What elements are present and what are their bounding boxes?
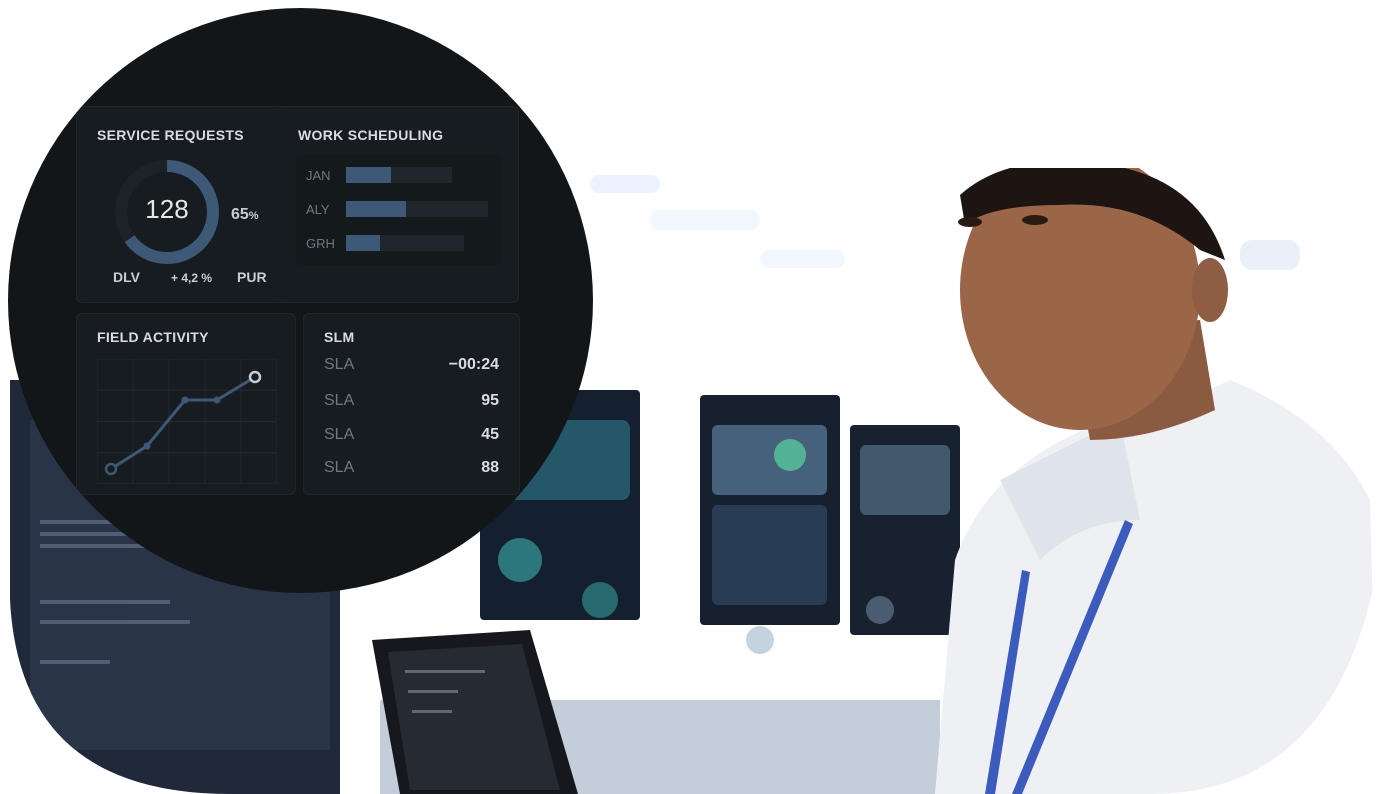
ceiling-light [1240, 240, 1300, 270]
dlv-label: DLV [113, 269, 140, 285]
rack-light [866, 596, 894, 624]
schedule-track [346, 235, 464, 251]
activity-point [104, 462, 118, 476]
ceiling-light [650, 210, 760, 230]
schedule-row: GRH [306, 233, 464, 253]
schedule-box: JAN ALY GRH [296, 155, 501, 265]
activity-point [143, 442, 151, 450]
slm-row-label: SLA [324, 426, 355, 443]
slm-row-value: −00:24 [448, 356, 499, 373]
schedule-fill [346, 201, 406, 217]
rack-screen [712, 505, 827, 605]
slm-row-value: 95 [481, 392, 499, 409]
activity-point [181, 396, 189, 404]
slm-row-label: SLA [324, 356, 355, 373]
slm-row: SLA 45 [324, 426, 499, 444]
delta-value: + 4,2 % [171, 271, 213, 285]
rack-light [498, 538, 542, 582]
rack-light [746, 626, 774, 654]
slm-row-label: SLA [324, 392, 355, 409]
person-ear [1192, 258, 1228, 322]
service-requests-card: SERVICE REQUESTS 128 65% DLV + 4,2 % PUR [76, 106, 290, 303]
percent-value: 65 [231, 206, 249, 223]
rack-screen [860, 445, 950, 515]
service-requests-count: 128 [145, 194, 189, 224]
field-activity-title: FIELD ACTIVITY [97, 329, 209, 345]
work-scheduling-card: WORK SCHEDULING JAN ALY GRH [278, 106, 519, 303]
slm-title: SLM [324, 329, 355, 345]
slm-row-label: SLA [324, 459, 355, 476]
schedule-fill [346, 235, 381, 251]
slm-row: SLA −00:24 [324, 356, 499, 374]
schedule-row-label: GRH [306, 235, 335, 251]
percent-unit: % [248, 210, 259, 222]
pur-label: PUR [237, 269, 267, 285]
schedule-row: JAN [306, 165, 452, 185]
slm-row: SLA 88 [324, 459, 499, 477]
activity-point [213, 396, 221, 404]
schedule-row-label: JAN [306, 167, 331, 183]
rack-screen [712, 425, 827, 495]
work-scheduling-title: WORK SCHEDULING [298, 127, 444, 143]
ceiling-light [760, 250, 845, 268]
schedule-track [346, 167, 452, 183]
person-eye [958, 217, 982, 227]
ceiling-light [590, 175, 660, 193]
slm-row: SLA 95 [324, 392, 499, 410]
rack-light [774, 439, 806, 471]
slm-row-value: 88 [481, 459, 499, 476]
person-eye [1022, 215, 1048, 225]
field-activity-card: FIELD ACTIVITY [76, 313, 296, 495]
schedule-track [346, 201, 488, 217]
rack-light [582, 582, 618, 618]
dashboard-disc: SERVICE REQUESTS 128 65% DLV + 4,2 % PUR… [8, 8, 593, 593]
schedule-row-label: ALY [306, 201, 330, 217]
service-requests-percent: 65% [231, 206, 259, 224]
schedule-row: ALY [306, 199, 488, 219]
slm-card: SLM SLA −00:24 SLA 95 SLA 45 SLA 88 [303, 313, 520, 495]
field-activity-chart [97, 359, 277, 484]
schedule-fill [346, 167, 391, 183]
activity-point [248, 370, 262, 384]
slm-row-value: 45 [481, 426, 499, 443]
service-requests-title: SERVICE REQUESTS [97, 127, 244, 143]
